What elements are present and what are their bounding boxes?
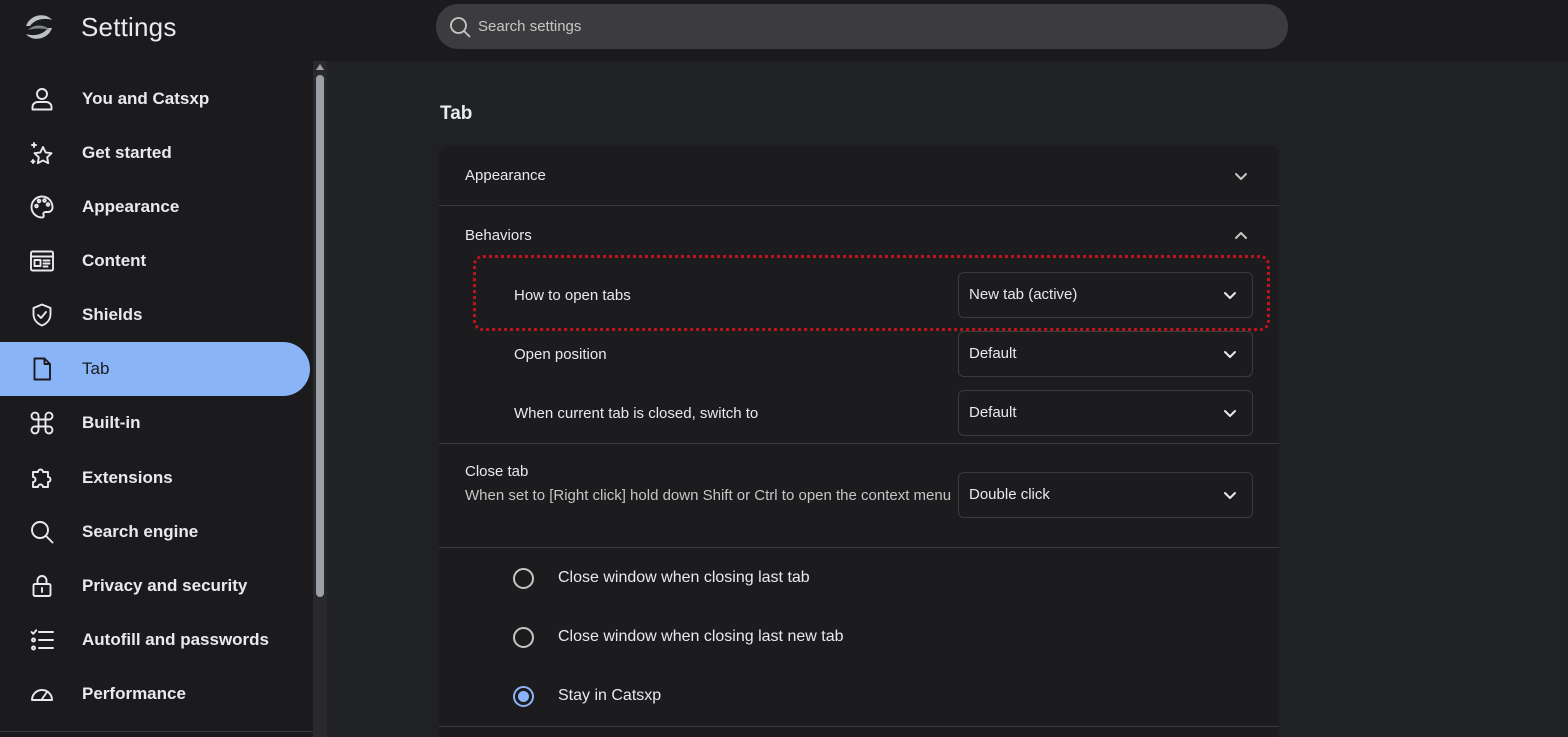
sidebar-item-label: Get started	[82, 143, 172, 162]
behaviors-row[interactable]: Behaviors	[439, 206, 1279, 266]
sidebar-item-search-engine[interactable]: Search engine	[0, 505, 310, 559]
row-divider	[439, 547, 1279, 548]
sidebar-item-extensions[interactable]: Extensions	[0, 451, 310, 505]
search-icon	[29, 519, 55, 545]
chevron-down-icon	[1222, 405, 1238, 421]
sidebar-nav: You and Catsxp Get started Appearance Co…	[0, 61, 313, 737]
sidebar-item-label: Autofill and passwords	[82, 630, 270, 649]
chevron-down-icon	[1222, 487, 1238, 503]
radio-label: Stay in Catsxp	[558, 687, 662, 704]
search-input[interactable]	[478, 4, 1268, 49]
gauge-icon	[29, 681, 55, 707]
chevron-down-icon[interactable]	[1233, 168, 1249, 184]
sidebar-scrollbar[interactable]	[313, 61, 327, 737]
tab-settings-card: Appearance Behaviors How to open tabs Ne…	[439, 146, 1279, 737]
sidebar-item-label: You and Catsxp	[82, 89, 210, 108]
how-to-open-tabs-label: How to open tabs	[514, 287, 631, 304]
sidebar-item-get-started[interactable]: Get started	[0, 126, 310, 180]
sidebar-item-label: Performance	[82, 684, 186, 703]
sidebar-item-content[interactable]: Content	[0, 234, 310, 288]
sidebar-item-label: Appearance	[82, 197, 180, 216]
close-window-last-tab-radio[interactable]	[513, 568, 534, 589]
sidebar-item-built-in[interactable]: Built-in	[0, 396, 310, 450]
lock-icon	[29, 573, 55, 599]
when-tab-closed-select[interactable]: Default	[958, 390, 1253, 436]
sidebar-item-autofill-and-passwords[interactable]: Autofill and passwords	[0, 613, 310, 667]
appearance-row[interactable]: Appearance	[439, 146, 1279, 205]
section-title: Tab	[440, 103, 473, 124]
close-tab-value: Double click	[969, 486, 1050, 503]
checklist-icon	[29, 627, 55, 653]
sidebar-item-performance[interactable]: Performance	[0, 667, 310, 721]
sidebar-item-label: Privacy and security	[82, 576, 248, 595]
behaviors-row-label: Behaviors	[465, 227, 532, 244]
sidebar-item-privacy-and-security[interactable]: Privacy and security	[0, 559, 310, 613]
sidebar-item-label: Tab	[82, 359, 110, 378]
puzzle-icon	[29, 465, 55, 491]
when-tab-closed-value: Default	[969, 404, 1017, 421]
sidebar-item-shields[interactable]: Shields	[0, 288, 310, 342]
catsxp-logo-icon	[22, 12, 56, 42]
sparkle-star-icon	[29, 140, 55, 166]
document-icon	[29, 356, 55, 382]
stay-in-catsxp-radio[interactable]	[513, 686, 534, 707]
appearance-row-label: Appearance	[465, 167, 546, 184]
sidebar-item-label: Extensions	[82, 468, 173, 487]
sidebar-item-label: Shields	[82, 305, 143, 324]
how-to-open-tabs-value: New tab (active)	[969, 286, 1078, 303]
top-bar: Settings	[0, 0, 1568, 61]
app-title: Settings	[81, 12, 177, 42]
chevron-down-icon	[1222, 346, 1238, 362]
close-window-last-new-tab-radio[interactable]	[513, 627, 534, 648]
person-icon	[29, 86, 55, 112]
open-position-value: Default	[969, 345, 1017, 362]
radio-label: Close window when closing last new tab	[558, 628, 844, 645]
scrollbar-thumb[interactable]	[316, 75, 324, 597]
close-tab-description: When set to [Right click] hold down Shif…	[465, 487, 952, 504]
close-tab-label: Close tab	[465, 463, 529, 480]
chevron-down-icon	[1222, 287, 1238, 303]
sidebar-item-you-and-catsxp[interactable]: You and Catsxp	[0, 72, 310, 126]
search-bar[interactable]	[436, 4, 1288, 49]
chevron-up-icon[interactable]	[1233, 228, 1249, 244]
scroll-up-arrow-icon[interactable]	[316, 64, 324, 70]
row-divider	[439, 726, 1279, 727]
row-divider	[439, 443, 1279, 444]
sidebar-item-appearance[interactable]: Appearance	[0, 180, 310, 234]
open-position-select[interactable]: Default	[958, 331, 1253, 377]
close-tab-select[interactable]: Double click	[958, 472, 1253, 518]
open-position-label: Open position	[514, 346, 607, 363]
when-tab-closed-label: When current tab is closed, switch to	[514, 405, 759, 422]
how-to-open-tabs-select[interactable]: New tab (active)	[958, 272, 1253, 318]
content-layout-icon	[29, 248, 55, 274]
sidebar-item-label: Content	[82, 251, 147, 270]
palette-icon	[29, 194, 55, 220]
shield-check-icon	[29, 302, 55, 328]
radio-label: Close window when closing last tab	[558, 569, 810, 586]
sidebar-item-label: Search engine	[82, 522, 199, 541]
sidebar-divider	[0, 731, 313, 732]
search-icon	[449, 16, 471, 38]
sidebar-item-tab[interactable]: Tab	[0, 342, 310, 396]
command-key-icon	[29, 410, 55, 436]
sidebar-item-label: Built-in	[82, 413, 141, 432]
